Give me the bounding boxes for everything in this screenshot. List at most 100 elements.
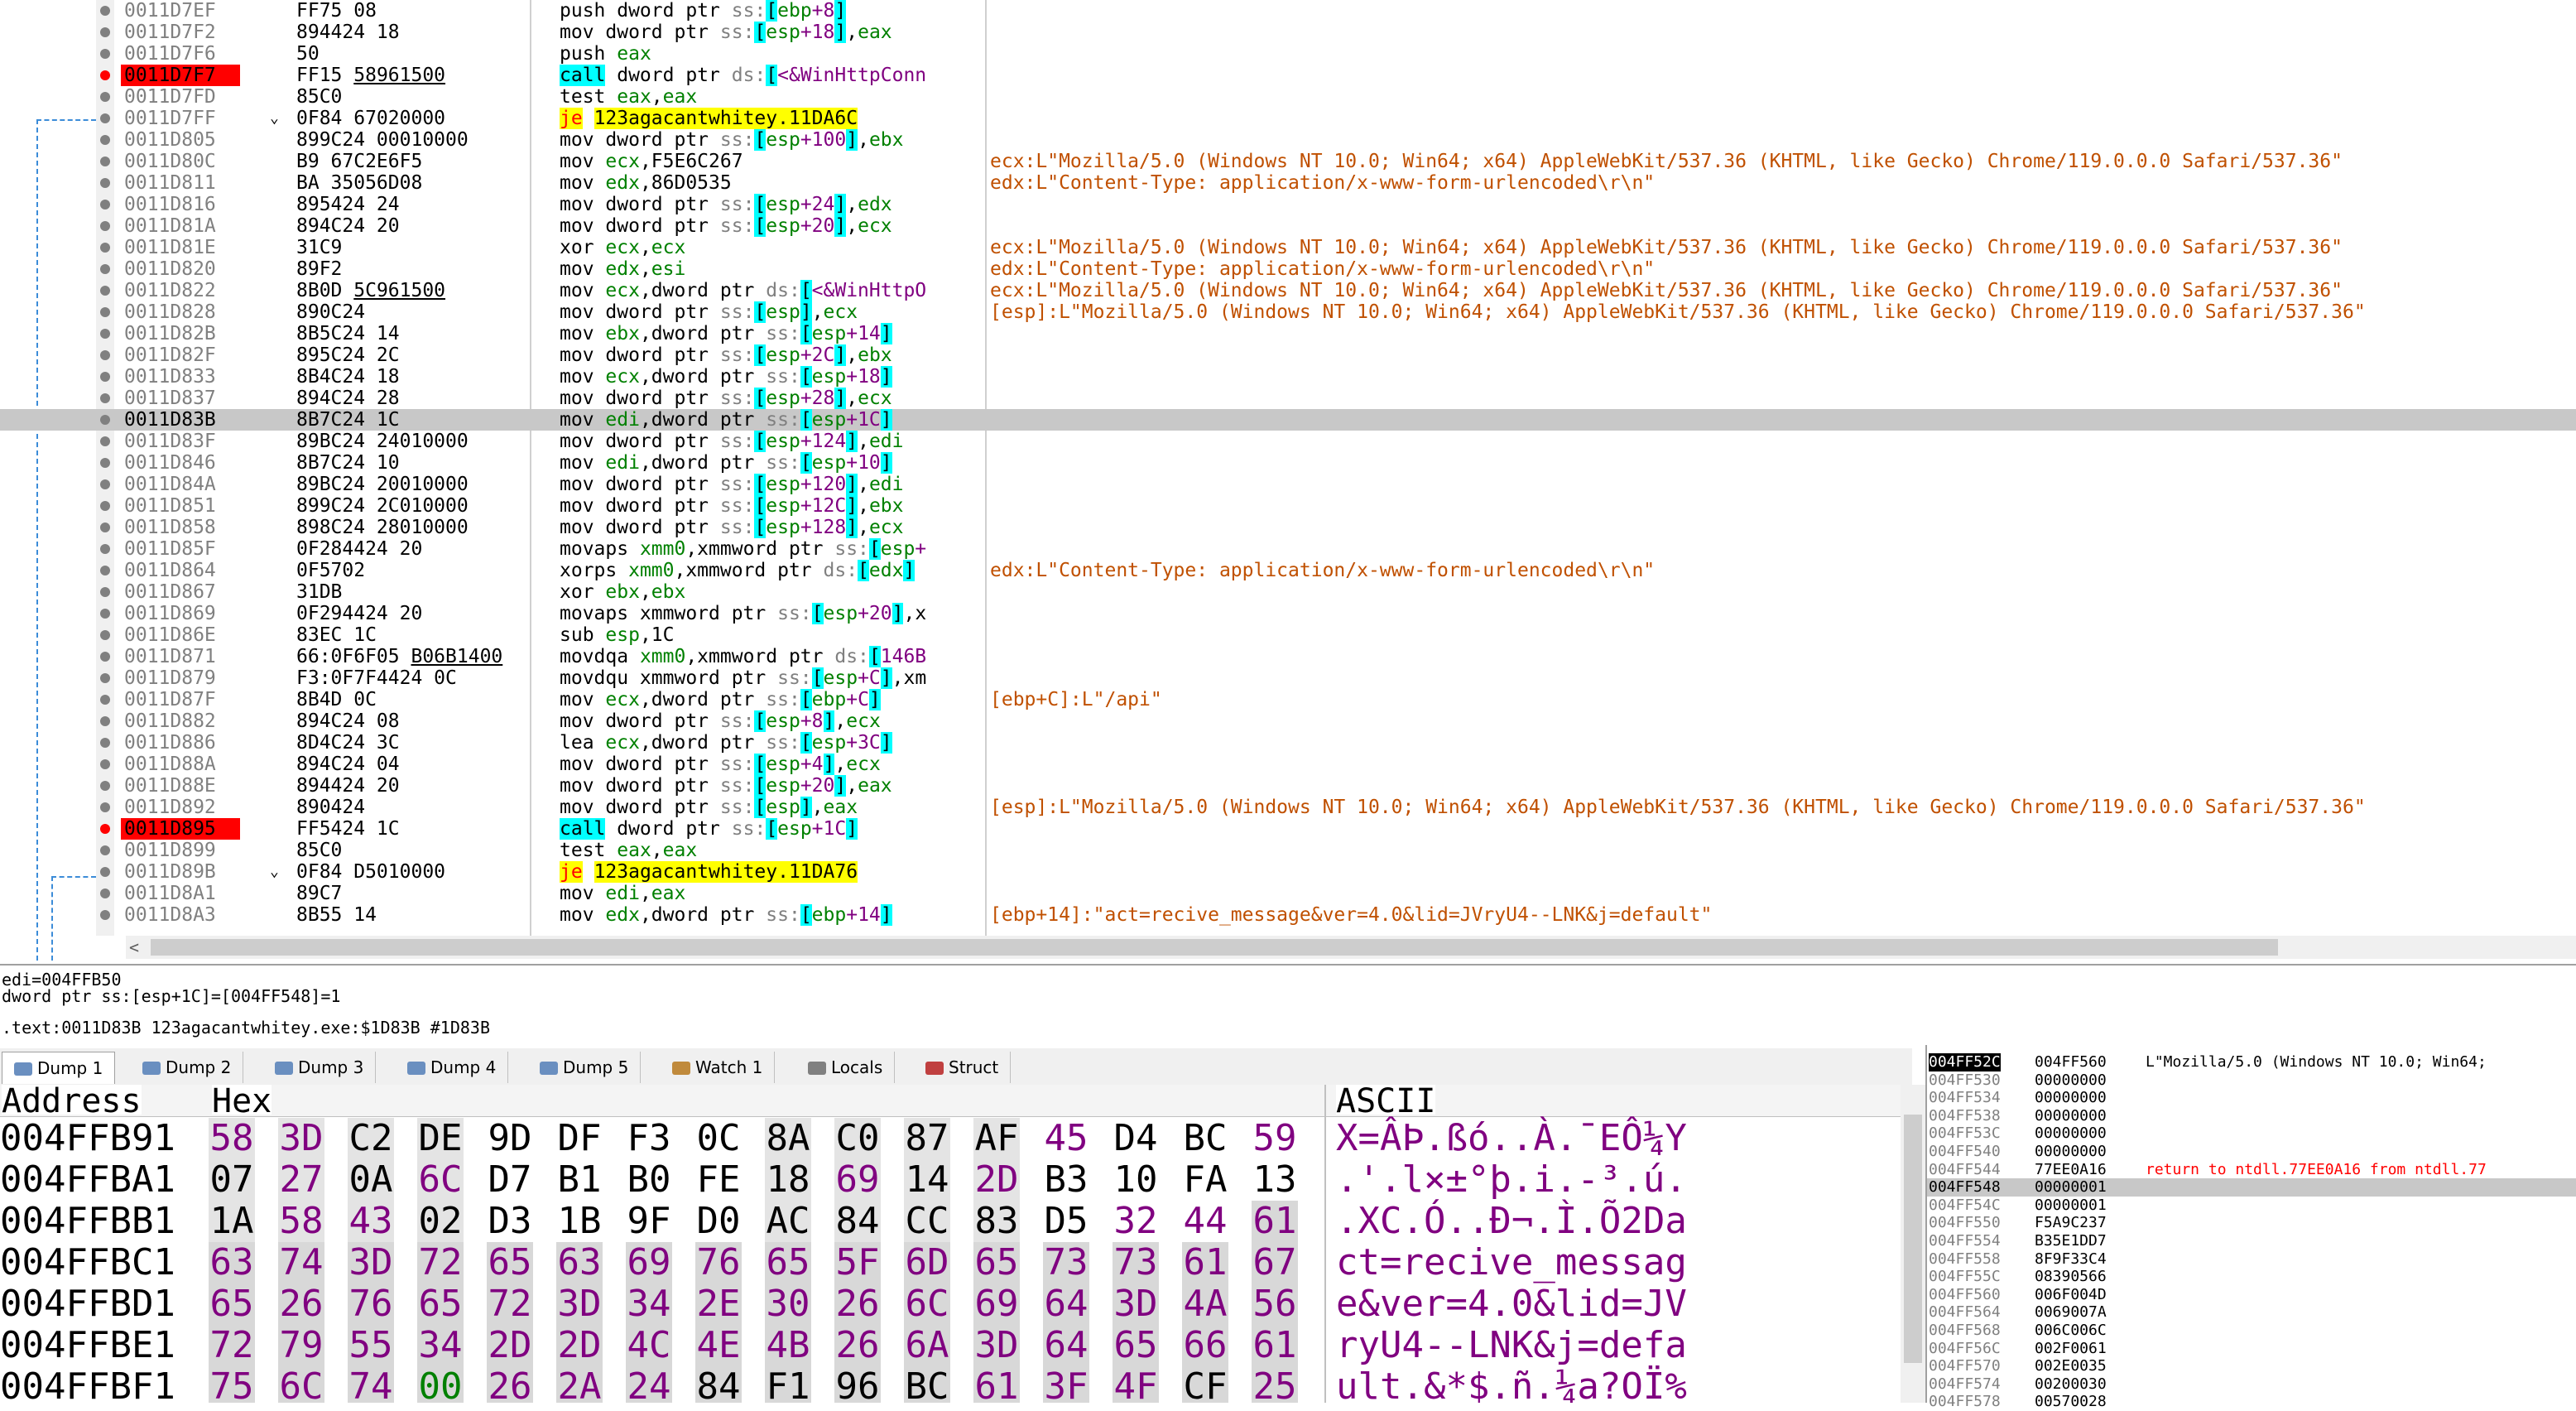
ascii-text[interactable]: ct=recive_messag: [1336, 1242, 1687, 1283]
hex-row[interactable]: 004FFBF1 75 6C 74 00 26 2A 24 84 F1 96 BC 61 3F 4F CF 25…: [0, 1366, 1901, 1403]
breakpoint-dot-icon[interactable]: [100, 738, 110, 748]
stack-address[interactable]: 004FF558: [1929, 1250, 2001, 1269]
stack-row[interactable]: 004FF540 00000000: [1927, 1143, 2576, 1161]
instruction-address[interactable]: 0011D899: [121, 840, 240, 861]
instruction-address[interactable]: 0011D816: [121, 194, 240, 215]
stack-address[interactable]: 004FF52C: [1929, 1053, 2001, 1071]
instruction-row[interactable]: 0011D84A 89BC24 20010000 mov dword ptr ss:…: [0, 474, 2576, 495]
stack-value[interactable]: 00000001: [2035, 1197, 2107, 1215]
ascii-text[interactable]: ryU4--LNK&j=defa: [1336, 1325, 1687, 1366]
hex-row[interactable]: 004FFBA1 07 27 0A 6C D7 B1 B0 FE 18 69 14 2D B3 10 FA 13…: [0, 1159, 1901, 1201]
instruction-text[interactable]: xor ebx,ebx: [560, 581, 982, 603]
hex-row[interactable]: 004FFBC1 63 74 3D 72 65 63 69 76 65 5F 6D 65 73 73 61 67…: [0, 1242, 1901, 1283]
instruction-row[interactable]: 0011D879 F3:0F7F4424 0C movdqu xmmword ptr…: [0, 667, 2576, 689]
instruction-address[interactable]: 0011D83F: [121, 431, 240, 452]
instruction-text[interactable]: sub esp,1C: [560, 624, 982, 646]
instruction-address[interactable]: 0011D858: [121, 517, 240, 538]
instruction-row[interactable]: 0011D8A3 8B55 14 mov edx,dword ptr ss:[ebp…: [0, 904, 2576, 926]
hex-byte[interactable]: AC: [765, 1201, 811, 1242]
instruction-address[interactable]: 0011D828: [121, 301, 240, 323]
breakpoint-dot-icon[interactable]: [100, 350, 110, 360]
hex-byte[interactable]: 74: [348, 1366, 394, 1403]
instruction-text[interactable]: mov dword ptr ss:[esp+124],edi: [560, 431, 982, 452]
stack-row[interactable]: 004FF578 00570028: [1927, 1393, 2576, 1411]
hex-byte[interactable]: 67: [1252, 1242, 1298, 1283]
instruction-text[interactable]: movdqa xmm0,xmmword ptr ds:[146B: [560, 646, 982, 667]
instruction-address[interactable]: 0011D822: [121, 280, 240, 301]
breakpoint-dot-icon[interactable]: [100, 243, 110, 253]
hex-byte[interactable]: 8A: [765, 1118, 811, 1159]
instruction-row[interactable]: 0011D8A1 89C7 mov edi,eax: [0, 883, 2576, 904]
hex-byte[interactable]: 72: [487, 1283, 533, 1325]
breakpoint-dot-icon[interactable]: [100, 695, 110, 705]
hex-byte[interactable]: 43: [348, 1201, 394, 1242]
instruction-address[interactable]: 0011D81E: [121, 237, 240, 258]
hex-row-address[interactable]: 004FFBA1: [0, 1159, 175, 1201]
hex-byte[interactable]: CC: [904, 1201, 950, 1242]
hex-byte[interactable]: 65: [765, 1242, 811, 1283]
instruction-row[interactable]: 0011D820 89F2 mov edx,esi edx:L"Content-Typ…: [0, 258, 2576, 280]
instruction-address[interactable]: 0011D82F: [121, 344, 240, 366]
hex-byte[interactable]: 64: [1043, 1325, 1089, 1366]
breakpoint-dot-icon[interactable]: [100, 49, 110, 59]
breakpoint-dot-icon[interactable]: [100, 652, 110, 662]
breakpoint-dot-icon[interactable]: [100, 135, 110, 145]
breakpoint-dot-icon[interactable]: [100, 415, 110, 425]
hex-row-address[interactable]: 004FFB91: [0, 1118, 175, 1159]
hex-byte[interactable]: 25: [1252, 1366, 1298, 1403]
hex-byte[interactable]: 4A: [1182, 1283, 1228, 1325]
hex-byte[interactable]: DE: [417, 1118, 464, 1159]
breakpoint-dot-icon[interactable]: [100, 867, 110, 877]
hex-byte[interactable]: BC: [1182, 1118, 1228, 1159]
hex-byte[interactable]: 6C: [278, 1366, 324, 1403]
hex-byte[interactable]: D5: [1043, 1201, 1089, 1242]
hex-byte[interactable]: 65: [417, 1283, 464, 1325]
current-instruction-row[interactable]: 0011D83B 8B7C24 1C mov edi,dword ptr ss:[e…: [0, 409, 2576, 431]
breakpoint-dot-icon[interactable]: [100, 802, 110, 812]
stack-row[interactable]: 004FF560 006F004D: [1927, 1286, 2576, 1304]
stack-address[interactable]: 004FF548: [1929, 1178, 2001, 1197]
scrollbar-thumb[interactable]: [151, 939, 2278, 956]
instruction-row[interactable]: 0011D86E 83EC 1C sub esp,1C: [0, 624, 2576, 646]
stack-row[interactable]: 004FF568 006C006C: [1927, 1322, 2576, 1340]
breakpoint-dot-icon[interactable]: [100, 92, 110, 102]
hex-byte[interactable]: 2D: [487, 1325, 533, 1366]
ascii-text[interactable]: e&ver=4.0&lid=JV: [1336, 1283, 1687, 1325]
hex-byte[interactable]: D7: [487, 1159, 533, 1201]
instruction-row[interactable]: 0011D88E 894424 20 mov dword ptr ss:[esp+2…: [0, 775, 2576, 797]
hex-byte[interactable]: 65: [1113, 1325, 1159, 1366]
tab-dump-3[interactable]: Dump 3: [263, 1052, 377, 1083]
instruction-address[interactable]: 0011D837: [121, 388, 240, 409]
stack-value[interactable]: 77EE0A16: [2035, 1161, 2107, 1179]
stack-row[interactable]: 004FF53C 00000000: [1927, 1124, 2576, 1143]
hex-byte[interactable]: 3D: [278, 1118, 324, 1159]
hex-row-address[interactable]: 004FFBD1: [0, 1283, 175, 1325]
stack-value[interactable]: 004FF560: [2035, 1053, 2107, 1071]
stack-address[interactable]: 004FF53C: [1929, 1124, 2001, 1143]
hex-byte[interactable]: 87: [904, 1118, 950, 1159]
instruction-row[interactable]: 0011D886 8D4C24 3C lea ecx,dword ptr ss:[e…: [0, 732, 2576, 754]
stack-value[interactable]: 00000000: [2035, 1071, 2107, 1090]
stack-address[interactable]: 004FF574: [1929, 1375, 2001, 1394]
hex-byte[interactable]: 00: [417, 1366, 464, 1403]
hex-byte[interactable]: 10: [1113, 1159, 1159, 1201]
breakpoint-dot-icon[interactable]: [100, 458, 110, 468]
hex-byte[interactable]: 34: [626, 1283, 672, 1325]
stack-value[interactable]: 00570028: [2035, 1393, 2107, 1411]
hex-byte[interactable]: 61: [1252, 1325, 1298, 1366]
stack-value[interactable]: 00000001: [2035, 1178, 2107, 1197]
hex-byte[interactable]: DF: [556, 1118, 603, 1159]
hex-byte[interactable]: 0A: [348, 1159, 394, 1201]
breakpoint-dot-icon[interactable]: [100, 200, 110, 209]
instruction-text[interactable]: mov edi,dword ptr ss:[esp+10]: [560, 452, 982, 474]
stack-row[interactable]: 004FF570 002E0035: [1927, 1357, 2576, 1375]
instruction-address[interactable]: 0011D88E: [121, 775, 240, 797]
instruction-text[interactable]: mov dword ptr ss:[esp+2C],ebx: [560, 344, 982, 366]
breakpoint-dot-icon[interactable]: [100, 673, 110, 683]
instruction-address[interactable]: 0011D7EF: [121, 0, 240, 22]
instruction-row[interactable]: 0011D837 894C24 28 mov dword ptr ss:[esp+2…: [0, 388, 2576, 409]
instruction-address[interactable]: 0011D85F: [121, 538, 240, 560]
hex-byte[interactable]: 74: [278, 1242, 324, 1283]
hex-byte[interactable]: 3D: [973, 1325, 1020, 1366]
instruction-address[interactable]: 0011D8A1: [121, 883, 240, 904]
